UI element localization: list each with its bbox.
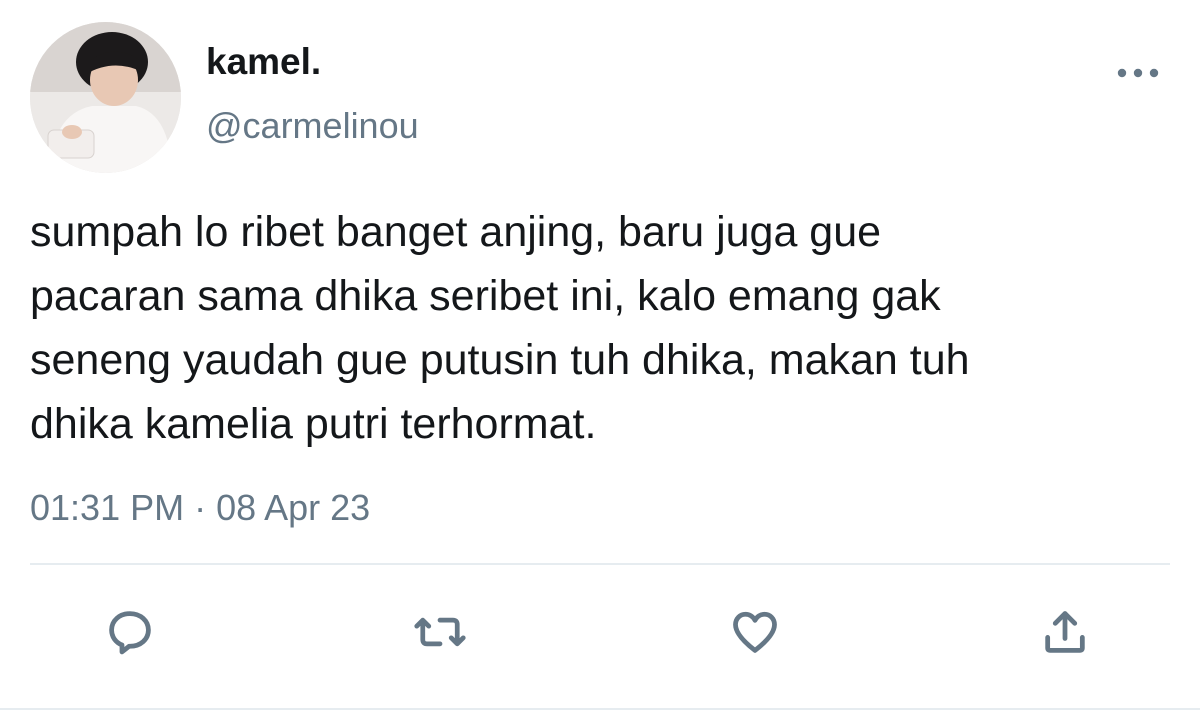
- more-dots-icon: [1117, 68, 1159, 78]
- tweet-text: sumpah lo ribet banget anjing, baru juga…: [30, 208, 970, 448]
- retweet-button[interactable]: [410, 602, 470, 662]
- more-options-button[interactable]: [1112, 58, 1164, 88]
- avatar-photo-icon: [30, 22, 181, 173]
- bottom-divider: [0, 708, 1200, 710]
- display-name[interactable]: kamel.: [206, 40, 321, 84]
- heart-icon: [733, 611, 777, 653]
- divider: [30, 563, 1170, 565]
- share-button[interactable]: [1035, 602, 1095, 662]
- avatar[interactable]: [30, 22, 181, 173]
- speech-bubble-icon: [109, 611, 151, 655]
- tweet-timestamp[interactable]: 01:31 PM · 08 Apr 23: [30, 484, 370, 532]
- user-handle[interactable]: @carmelinou: [206, 104, 419, 148]
- like-button[interactable]: [725, 602, 785, 662]
- retweet-icon: [414, 617, 466, 647]
- share-icon: [1045, 611, 1085, 653]
- reply-button[interactable]: [100, 602, 160, 662]
- tweet-card: kamel. @carmelinou sumpah lo ribet bange…: [0, 0, 1200, 723]
